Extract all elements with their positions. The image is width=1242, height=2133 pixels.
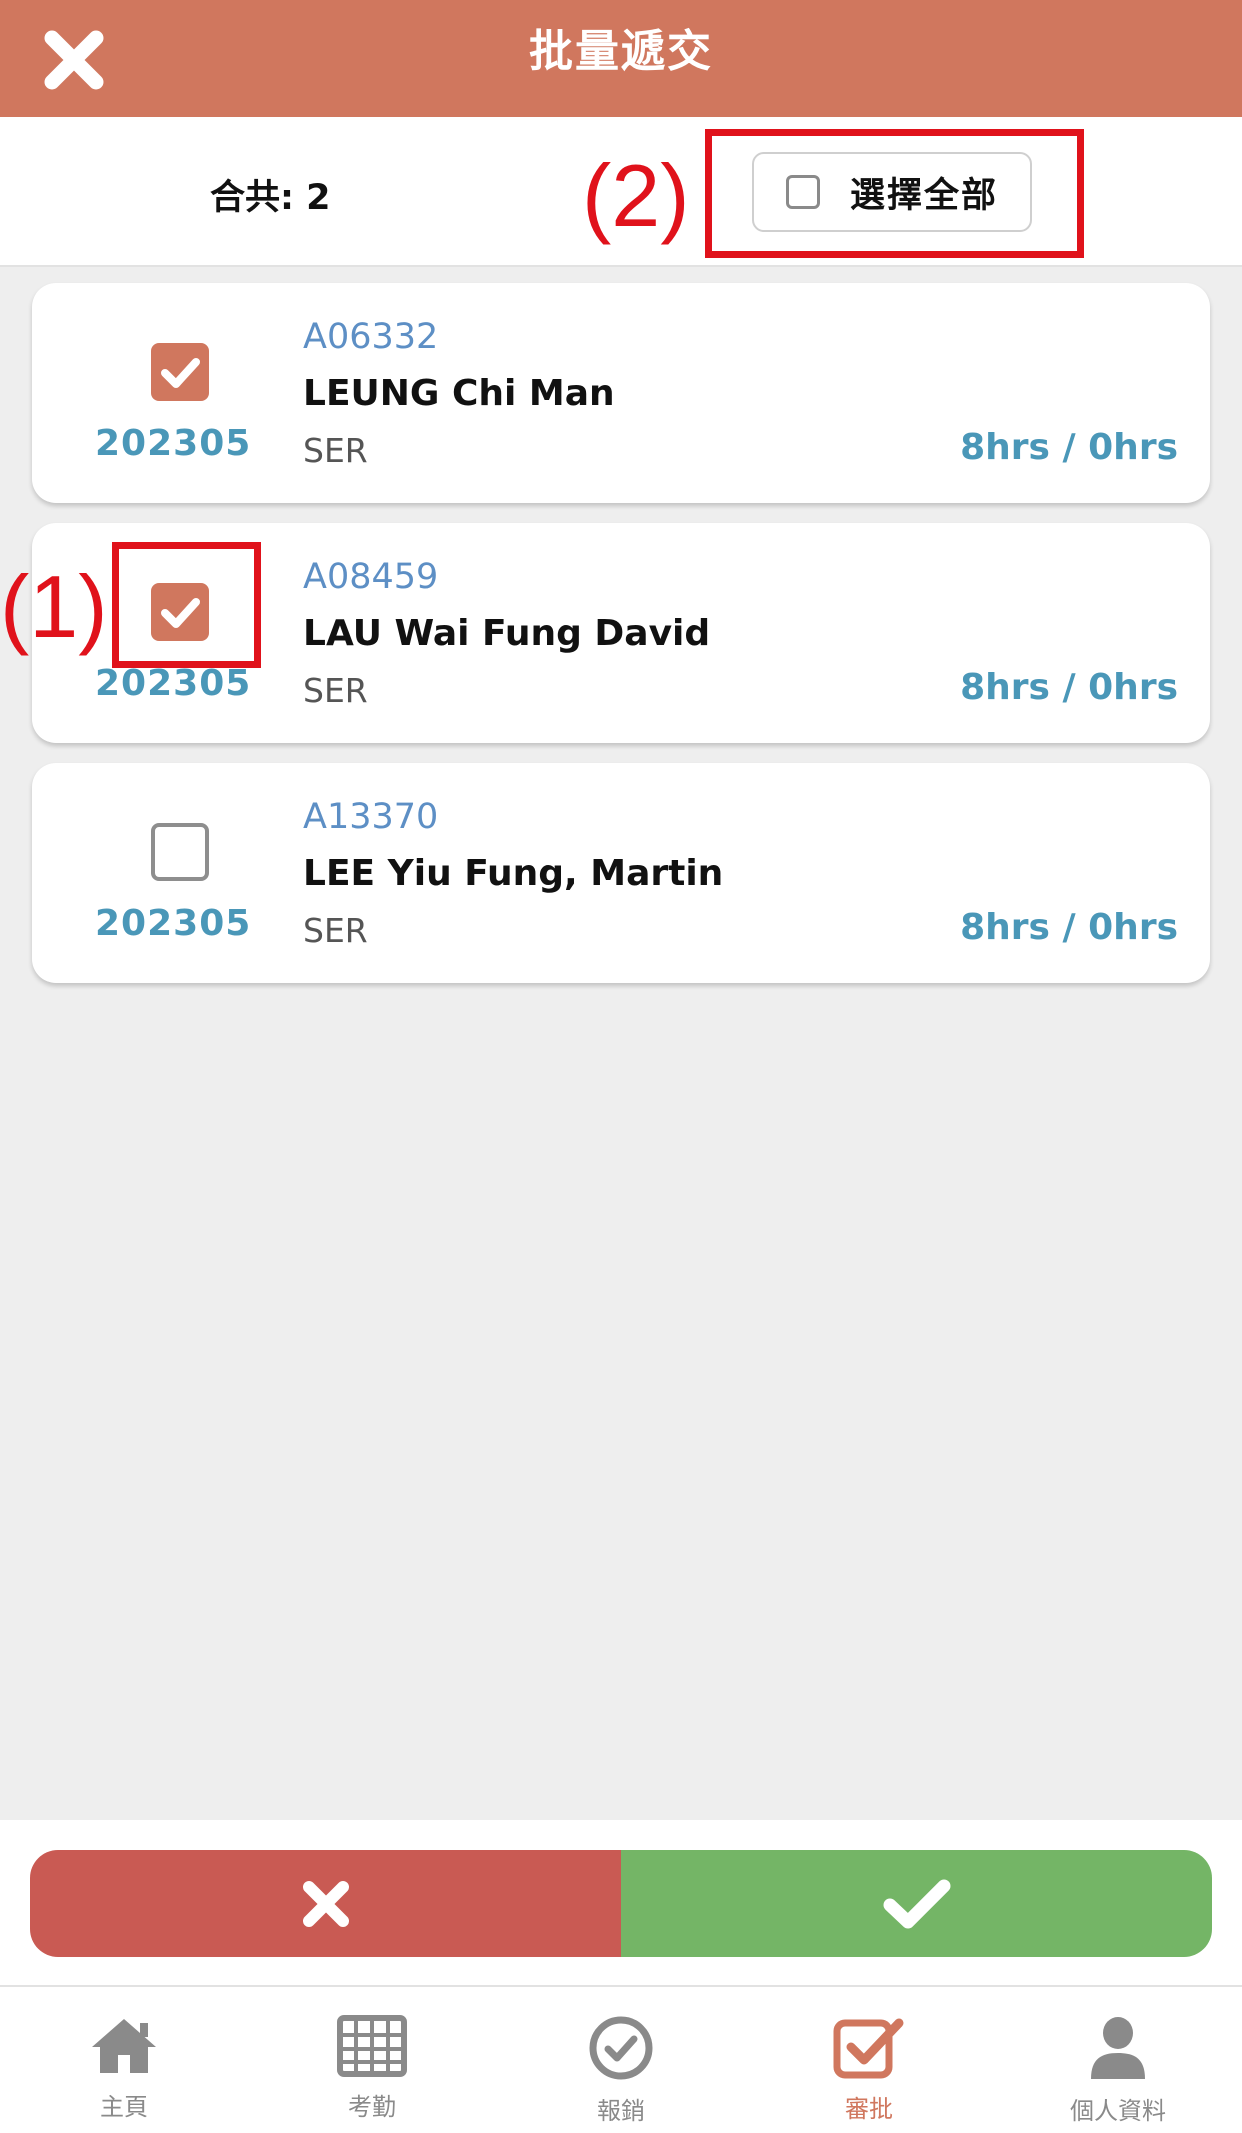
tab-approval[interactable]: 審批 <box>745 1987 993 2133</box>
select-all-button[interactable]: 選擇全部 <box>752 152 1032 232</box>
calendar-grid-icon <box>337 2015 407 2077</box>
record-dept: SER <box>303 911 368 950</box>
record-name: LEE Yiu Fung, Martin <box>303 853 724 894</box>
batch-submit-screen: 批量遞交 合共: 2 (2) 選擇全部 202305 A06332 LEUNG … <box>0 0 1242 2133</box>
tab-attendance[interactable]: 考勤 <box>248 1987 496 2133</box>
bottom-tab-bar: 主頁 考勤 報銷 審批 個人資料 <box>0 1985 1242 2133</box>
tab-label: 考勤 <box>348 2093 396 2121</box>
tab-home[interactable]: 主頁 <box>0 1987 248 2133</box>
checkbox-checked-icon <box>833 2018 904 2079</box>
annotation-label-1: (1) <box>0 557 108 656</box>
user-icon <box>1091 2017 1145 2079</box>
total-count: 合共: 2 <box>210 178 331 218</box>
top-bar: 批量遞交 <box>0 0 1242 117</box>
select-all-checkbox[interactable] <box>786 175 820 209</box>
record-dept: SER <box>303 671 368 710</box>
check-icon <box>161 358 200 388</box>
home-icon <box>92 2019 156 2073</box>
record-name: LEUNG Chi Man <box>303 373 615 414</box>
check-circle-icon <box>589 2016 653 2080</box>
record-card[interactable]: 202305 A06332 LEUNG Chi Man SER 8hrs / 0… <box>32 283 1210 503</box>
tab-label: 個人資料 <box>1070 2097 1166 2125</box>
record-checkbox[interactable] <box>151 343 209 401</box>
record-hours: 8hrs / 0hrs <box>960 667 1178 708</box>
record-name: LAU Wai Fung David <box>303 613 711 654</box>
tab-profile[interactable]: 個人資料 <box>994 1987 1242 2133</box>
record-period: 202305 <box>95 423 252 464</box>
record-period: 202305 <box>95 663 252 704</box>
tab-label: 報銷 <box>597 2097 645 2125</box>
annotation-label-2: (2) <box>582 146 690 245</box>
action-bar <box>0 1820 1242 1985</box>
tab-reimbursement[interactable]: 報銷 <box>497 1987 745 2133</box>
record-code: A08459 <box>303 557 439 597</box>
approve-button[interactable] <box>621 1850 1212 1957</box>
record-hours: 8hrs / 0hrs <box>960 907 1178 948</box>
page-title: 批量遞交 <box>529 26 713 77</box>
select-all-label: 選擇全部 <box>850 175 999 216</box>
reject-button[interactable] <box>30 1850 621 1957</box>
record-code: A13370 <box>303 797 439 837</box>
record-checkbox[interactable] <box>151 823 209 881</box>
record-card[interactable]: 202305 A13370 LEE Yiu Fung, Martin SER 8… <box>32 763 1210 983</box>
tab-label: 主頁 <box>100 2093 148 2121</box>
record-code: A06332 <box>303 317 439 357</box>
record-period: 202305 <box>95 903 252 944</box>
check-icon <box>883 1879 950 1928</box>
close-icon <box>302 1880 349 1927</box>
record-dept: SER <box>303 431 368 470</box>
tab-label: 審批 <box>845 2095 893 2123</box>
record-hours: 8hrs / 0hrs <box>960 427 1178 468</box>
annotation-box-1 <box>112 542 261 668</box>
